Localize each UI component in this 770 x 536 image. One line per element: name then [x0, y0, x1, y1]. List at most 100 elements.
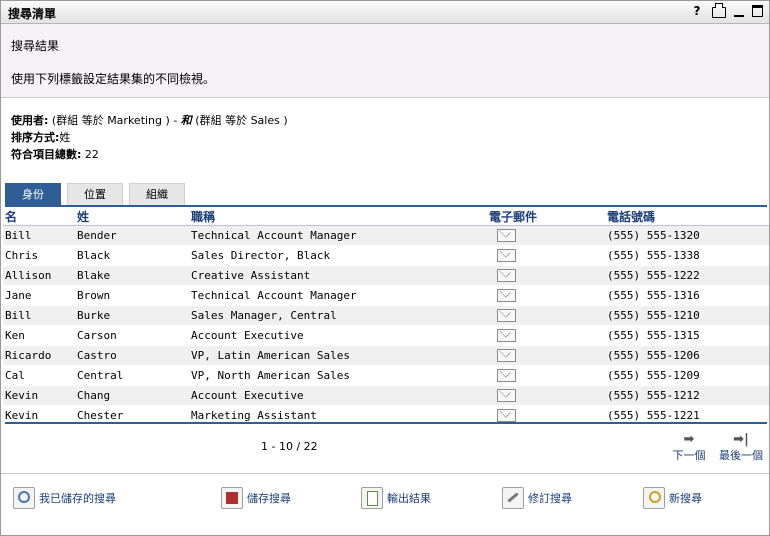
email-icon[interactable] — [497, 269, 516, 283]
cell-phone: (555) 555-1209 — [605, 365, 769, 386]
table-bottom-line — [5, 422, 767, 424]
column-header-last-name[interactable]: 姓 — [75, 208, 189, 226]
cell-phone: (555) 555-1320 — [605, 225, 769, 246]
actions-divider — [1, 473, 769, 474]
table-row[interactable]: Allison Blake Creative Assistant (555) 5… — [3, 265, 769, 286]
cell-title: Technical Account Manager — [189, 225, 487, 246]
my-saved-searches-button[interactable]: 我已儲存的搜尋 — [13, 487, 116, 509]
next-page-link[interactable]: ➡ 下一個 — [672, 433, 706, 463]
email-icon[interactable] — [497, 409, 516, 423]
cell-last-name[interactable]: Central — [75, 365, 189, 386]
table-row[interactable]: Bill Bender Technical Account Manager (5… — [3, 225, 769, 246]
table-row[interactable]: Kevin Chang Account Executive (555) 555-… — [3, 385, 769, 406]
cell-phone: (555) 555-1338 — [605, 245, 769, 266]
next-page-label: 下一個 — [672, 449, 706, 462]
saved-search-icon — [13, 487, 35, 509]
column-header-first-name[interactable]: 名 — [3, 208, 75, 226]
table-header-row: 名 姓 職稱 電子郵件 電話號碼 — [3, 208, 769, 226]
criteria-user-value: (群組 等於 Marketing ) - — [51, 114, 178, 127]
criteria-user-value2: (群組 等於 Sales ) — [195, 114, 288, 127]
cell-first-name[interactable]: Chris — [3, 245, 75, 266]
title-bar: 搜尋清單 ? — [1, 1, 769, 24]
criteria-sort-value: 姓 — [59, 131, 71, 144]
criteria-sort-label: 排序方式: — [11, 131, 60, 144]
table-row[interactable]: Cal Central VP, North American Sales (55… — [3, 365, 769, 386]
description-panel: 搜尋結果 使用下列標籤設定結果集的不同檢視。 — [1, 24, 769, 98]
criteria-user-label: 使用者: — [11, 114, 49, 127]
search-list-window: 搜尋清單 ? 搜尋結果 使用下列標籤設定結果集的不同檢視。 使用者: (群組 等… — [0, 0, 770, 536]
title-bar-icons: ? — [690, 2, 763, 18]
last-page-link[interactable]: ➡| 最後一個 — [717, 433, 765, 463]
last-page-label: 最後一個 — [719, 449, 763, 462]
email-icon[interactable] — [497, 349, 516, 363]
new-search-label: 新搜尋 — [669, 492, 702, 505]
table-row[interactable]: Jane Brown Technical Account Manager (55… — [3, 285, 769, 306]
criteria-total: 符合項目總數: 22 — [11, 146, 99, 162]
cell-phone: (555) 555-1210 — [605, 305, 769, 326]
cell-last-name[interactable]: Carson — [75, 325, 189, 346]
column-header-email[interactable]: 電子郵件 — [487, 208, 605, 226]
cell-first-name[interactable]: Cal — [3, 365, 75, 386]
cell-last-name[interactable]: Brown — [75, 285, 189, 306]
cell-title: Sales Director, Black — [189, 245, 487, 266]
cell-first-name[interactable]: Kevin — [3, 385, 75, 406]
tab-organization[interactable]: 組織 — [129, 183, 185, 206]
revise-search-label: 修訂搜尋 — [528, 492, 572, 505]
cell-last-name[interactable]: Castro — [75, 345, 189, 366]
email-icon[interactable] — [497, 389, 516, 403]
email-icon[interactable] — [497, 369, 516, 383]
cell-title: Creative Assistant — [189, 265, 487, 286]
table-row[interactable]: Bill Burke Sales Manager, Central (555) … — [3, 305, 769, 326]
cell-phone: (555) 555-1206 — [605, 345, 769, 366]
cell-email — [487, 225, 605, 246]
results-table: 名 姓 職稱 電子郵件 電話號碼 Bill Bender Technical A… — [3, 208, 769, 426]
criteria-total-label: 符合項目總數: — [11, 148, 82, 161]
view-tabs: 身份 位置 組織 — [5, 183, 185, 206]
email-icon[interactable] — [497, 309, 516, 323]
criteria-user: 使用者: (群組 等於 Marketing ) - 和 (群組 等於 Sales… — [11, 112, 288, 128]
column-header-title[interactable]: 職稱 — [189, 208, 487, 226]
cell-first-name[interactable]: Allison — [3, 265, 75, 286]
cell-email — [487, 265, 605, 286]
help-icon[interactable]: ? — [690, 4, 704, 18]
export-icon — [361, 487, 383, 509]
cell-last-name[interactable]: Black — [75, 245, 189, 266]
tabs-divider — [5, 205, 767, 207]
cell-title: Sales Manager, Central — [189, 305, 487, 326]
cell-email — [487, 305, 605, 326]
criteria-and-operator: 和 — [180, 114, 192, 127]
tab-identity[interactable]: 身份 — [5, 183, 61, 206]
cell-first-name[interactable]: Ricardo — [3, 345, 75, 366]
window-title: 搜尋清單 — [8, 7, 57, 21]
email-icon[interactable] — [497, 229, 516, 243]
cell-last-name[interactable]: Blake — [75, 265, 189, 286]
cell-last-name[interactable]: Chang — [75, 385, 189, 406]
email-icon[interactable] — [497, 289, 516, 303]
table-row[interactable]: Ken Carson Account Executive (555) 555-1… — [3, 325, 769, 346]
cell-email — [487, 325, 605, 346]
cell-first-name[interactable]: Ken — [3, 325, 75, 346]
cell-phone: (555) 555-1315 — [605, 325, 769, 346]
cell-last-name[interactable]: Bender — [75, 225, 189, 246]
criteria-total-value: 22 — [84, 148, 99, 161]
new-search-button[interactable]: 新搜尋 — [643, 487, 702, 509]
cell-first-name[interactable]: Bill — [3, 305, 75, 326]
table-row[interactable]: Chris Black Sales Director, Black (555) … — [3, 245, 769, 266]
email-icon[interactable] — [497, 249, 516, 263]
table-row[interactable]: Ricardo Castro VP, Latin American Sales … — [3, 345, 769, 366]
cell-email — [487, 345, 605, 366]
criteria-sort: 排序方式:姓 — [11, 129, 70, 145]
email-icon[interactable] — [497, 329, 516, 343]
export-results-button[interactable]: 輸出結果 — [361, 487, 431, 509]
my-saved-searches-label: 我已儲存的搜尋 — [39, 492, 116, 505]
cell-last-name[interactable]: Burke — [75, 305, 189, 326]
column-header-phone[interactable]: 電話號碼 — [605, 208, 769, 226]
maximize-icon[interactable] — [752, 5, 763, 17]
tab-location[interactable]: 位置 — [67, 183, 123, 206]
cell-first-name[interactable]: Bill — [3, 225, 75, 246]
cell-first-name[interactable]: Jane — [3, 285, 75, 306]
save-search-button[interactable]: 儲存搜尋 — [221, 487, 291, 509]
revise-search-button[interactable]: 修訂搜尋 — [502, 487, 572, 509]
minimize-icon[interactable] — [734, 15, 744, 17]
print-icon[interactable] — [712, 2, 726, 18]
